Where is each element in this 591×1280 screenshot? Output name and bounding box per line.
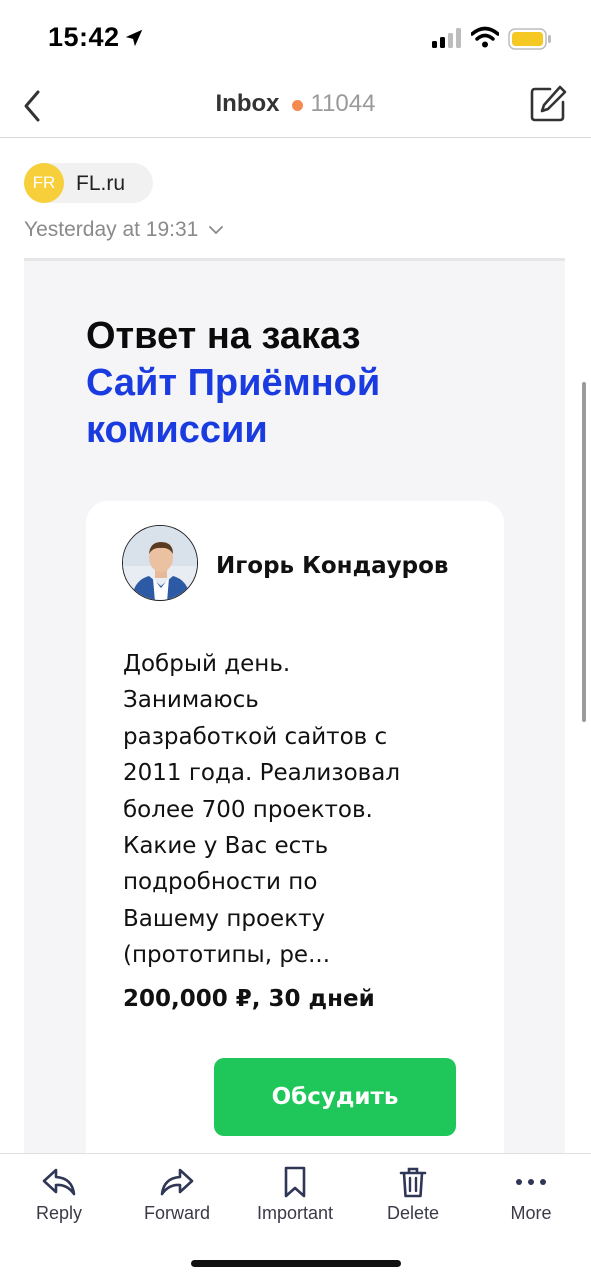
wifi-icon — [471, 26, 499, 48]
home-indicator[interactable] — [191, 1260, 401, 1267]
freelancer-name[interactable]: Игорь Кондауров — [216, 553, 448, 579]
heading-line: Ответ на заказ — [86, 315, 361, 357]
reply-icon — [42, 1168, 76, 1196]
nav-title: Inbox — [215, 90, 280, 117]
signal-icon — [432, 28, 461, 48]
important-label: Important — [256, 1203, 334, 1223]
reply-button[interactable]: Reply — [0, 1164, 118, 1236]
status-bar: 15:42 — [0, 0, 591, 76]
message-preview: Добрый день. Занимаюсь разработкой сайто… — [123, 651, 401, 969]
price-terms: 200,000 ₽, 30 дней — [123, 986, 375, 1012]
avatar[interactable] — [122, 525, 198, 601]
discuss-button[interactable]: Обсудить — [214, 1058, 456, 1136]
email-content: Ответ на заказ Сайт Приёмной комиссии Иг… — [24, 258, 565, 1153]
scrollbar[interactable] — [582, 382, 586, 722]
freelancer-photo — [123, 526, 197, 600]
battery-icon — [508, 28, 551, 50]
forward-label: Forward — [143, 1203, 210, 1223]
trash-icon — [399, 1167, 427, 1198]
reply-label: Reply — [35, 1203, 83, 1223]
more-button[interactable]: More — [472, 1164, 590, 1236]
forward-button[interactable]: Forward — [118, 1164, 236, 1236]
chevron-down-icon — [209, 226, 224, 235]
unread-dot — [291, 99, 303, 111]
compose-button[interactable] — [528, 84, 568, 124]
sender-name: FL.ru — [76, 172, 126, 195]
sender-chip[interactable]: FR FL.ru — [24, 163, 153, 203]
unread-count: 11044 — [310, 90, 376, 117]
more-label: More — [510, 1203, 552, 1223]
response-card: Игорь Кондауров Добрый день. Занимаюсь р… — [86, 501, 504, 1153]
sender-avatar: FR — [24, 163, 64, 203]
location-arrow-icon — [125, 29, 143, 47]
nav-title-group: Inbox 11044 — [0, 90, 591, 118]
forward-icon — [160, 1168, 194, 1196]
date-text: Yesterday at 19:31 — [24, 218, 199, 241]
important-button[interactable]: Important — [236, 1164, 354, 1236]
email-heading: Ответ на заказ Сайт Приёмной комиссии — [86, 313, 526, 454]
delete-button[interactable]: Delete — [354, 1164, 472, 1236]
status-time: 15:42 — [48, 22, 120, 52]
delete-label: Delete — [386, 1203, 440, 1223]
bookmark-icon — [284, 1166, 306, 1198]
compose-icon — [530, 85, 567, 122]
more-dots-icon — [516, 1179, 546, 1185]
project-title-link[interactable]: Сайт Приёмной комиссии — [86, 360, 526, 454]
email-date[interactable]: Yesterday at 19:31 — [24, 218, 224, 242]
navigation-bar: Inbox 11044 — [0, 76, 591, 138]
